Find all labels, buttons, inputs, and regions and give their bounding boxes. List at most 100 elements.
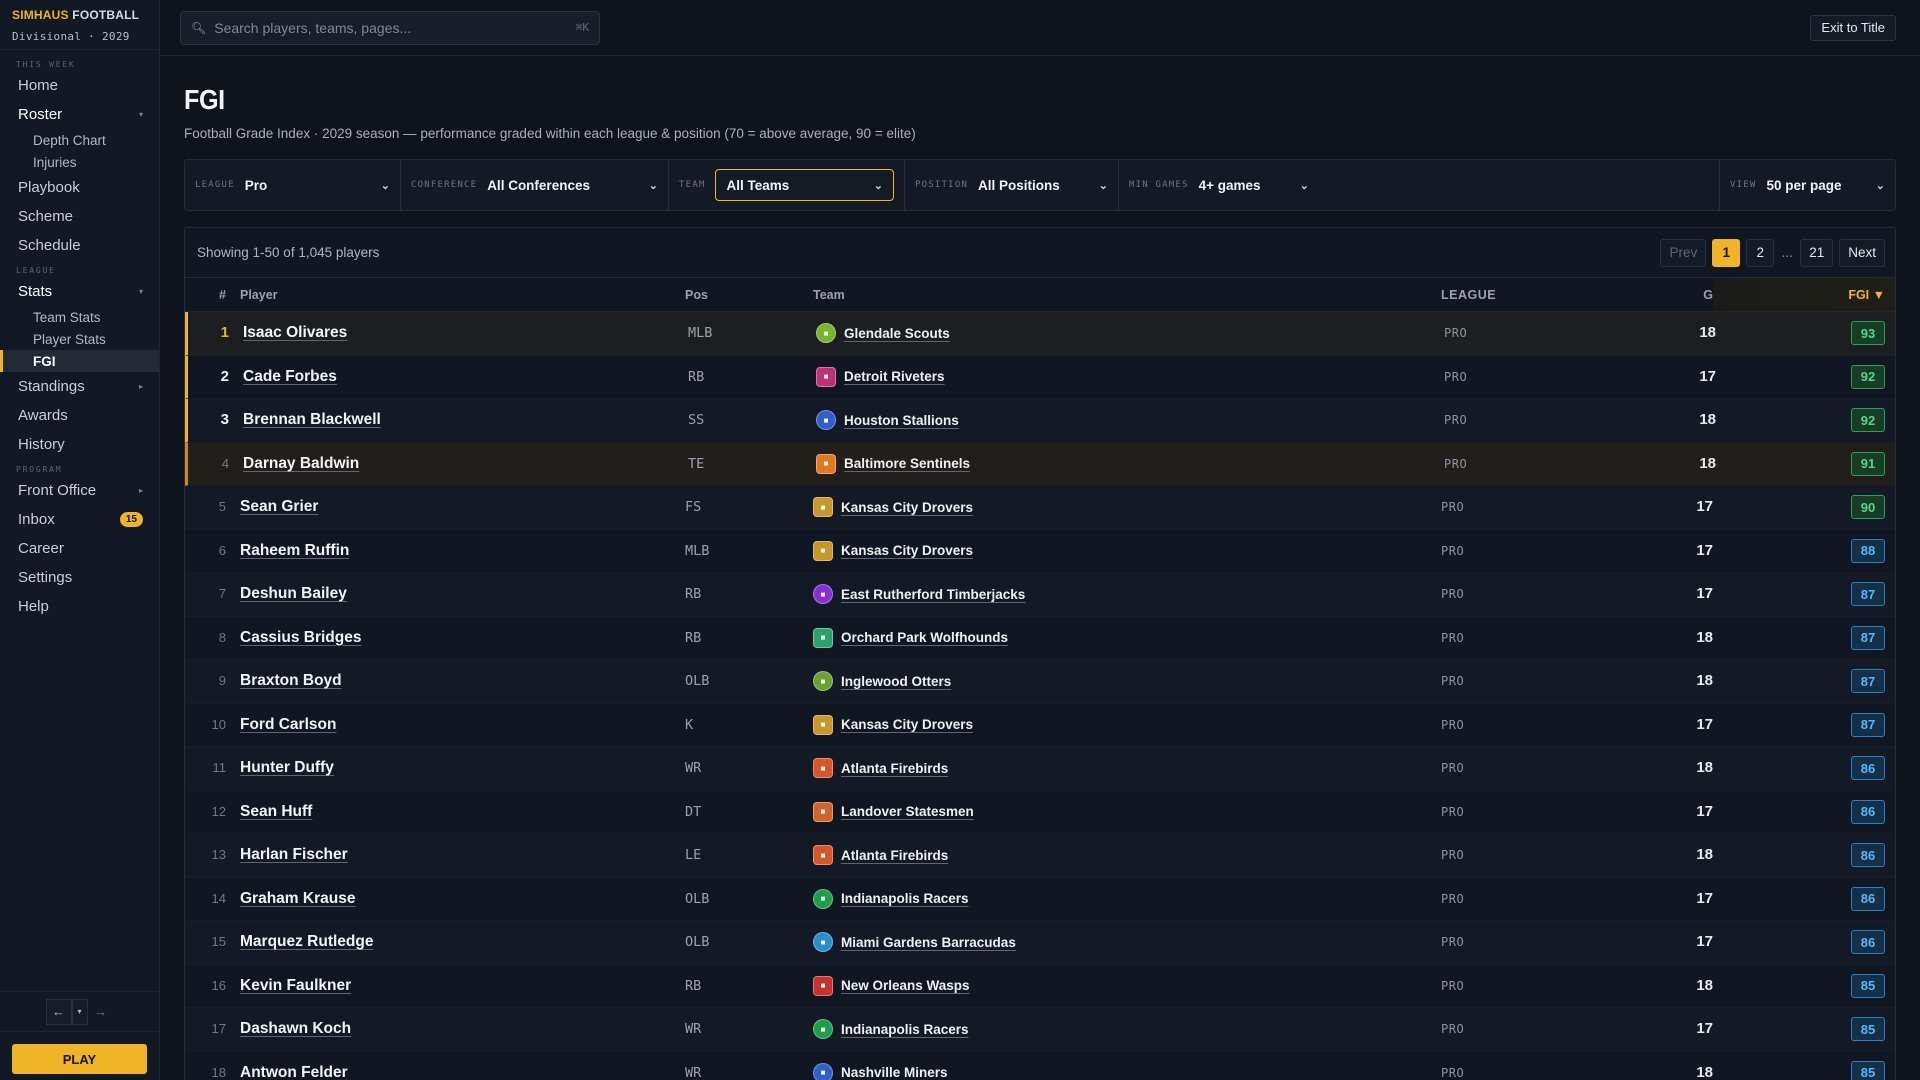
team-link[interactable]: ■ Miami Gardens Barracudas xyxy=(813,932,1441,953)
sidebar-item-schedule[interactable]: Schedule xyxy=(0,231,159,260)
table-row[interactable]: 15 Marquez Rutledge OLB ■ Miami Gardens Barr… xyxy=(185,921,1895,965)
player-name-link[interactable]: Dashawn Koch xyxy=(240,1020,351,1037)
conference-select[interactable]: All Conferences ⌄ xyxy=(487,178,658,193)
player-name-link[interactable]: Antwon Felder xyxy=(240,1064,348,1080)
player-name-link[interactable]: Ford Carlson xyxy=(240,716,336,733)
sidebar-item-depth-chart[interactable]: Depth Chart xyxy=(0,129,159,151)
team-link[interactable]: ■ Kansas City Drovers xyxy=(813,497,1441,518)
back-arrow-icon[interactable]: ← xyxy=(45,998,72,1025)
player-name-link[interactable]: Deshun Bailey xyxy=(240,585,347,602)
team-link[interactable]: ■ Nashville Miners xyxy=(813,1062,1441,1080)
team-link[interactable]: ■ Landover Statesmen xyxy=(813,801,1441,822)
player-name-link[interactable]: Hunter Duffy xyxy=(240,759,334,776)
team-link[interactable]: ■ Orchard Park Wolfhounds xyxy=(813,627,1441,648)
table-row[interactable]: 10 Ford Carlson K ■ Kansas City Drovers PRO 17… xyxy=(185,703,1895,747)
player-name-link[interactable]: Isaac Olivares xyxy=(243,324,347,341)
sidebar-item-home[interactable]: Home xyxy=(0,71,159,100)
table-row[interactable]: 14 Graham Krause OLB ■ Indianapolis Racers PR… xyxy=(185,877,1895,921)
sidebar-item-inbox[interactable]: Inbox 15 xyxy=(0,505,159,534)
team-link[interactable]: ■ Kansas City Drovers xyxy=(813,714,1441,735)
history-dropdown-icon[interactable]: ▾ xyxy=(71,998,88,1025)
sidebar-item-standings[interactable]: Standings ▸ xyxy=(0,372,159,401)
player-name-link[interactable]: Raheem Ruffin xyxy=(240,542,349,559)
sidebar-item-settings[interactable]: Settings xyxy=(0,563,159,592)
page-1-button[interactable]: 1 xyxy=(1712,238,1741,267)
header-pos[interactable]: Pos xyxy=(685,288,813,302)
table-row[interactable]: 7 Deshun Bailey RB ■ East Rutherford Timberj… xyxy=(185,573,1895,617)
search-box[interactable]: 🔍︎ ⌘K xyxy=(180,10,600,45)
position-select[interactable]: All Positions ⌄ xyxy=(978,178,1108,193)
table-row[interactable]: 6 Raheem Ruffin MLB ■ Kansas City Drovers PRO… xyxy=(185,529,1895,573)
player-name-link[interactable]: Graham Krause xyxy=(240,890,355,907)
header-player[interactable]: Player xyxy=(240,288,685,302)
table-row[interactable]: 5 Sean Grier FS ■ Kansas City Drovers PRO 17 90 xyxy=(185,486,1895,530)
sidebar-item-stats[interactable]: Stats ▾ xyxy=(0,277,159,306)
next-page-button[interactable]: Next xyxy=(1839,238,1885,267)
team-link[interactable]: ■ Houston Stallions xyxy=(816,410,1444,431)
prev-page-button[interactable]: Prev xyxy=(1660,238,1707,267)
league-select[interactable]: Pro ⌄ xyxy=(245,178,390,193)
team-link[interactable]: ■ Glendale Scouts xyxy=(816,323,1444,344)
sidebar-item-player-stats[interactable]: Player Stats xyxy=(0,328,159,350)
header-fgi-sorted[interactable]: FGI ▼ xyxy=(1713,278,1895,311)
team-link[interactable]: ■ Kansas City Drovers xyxy=(813,540,1441,561)
team-link[interactable]: ■ Atlanta Firebirds xyxy=(813,845,1441,866)
team-link[interactable]: ■ Inglewood Otters xyxy=(813,671,1441,692)
player-name-link[interactable]: Brennan Blackwell xyxy=(243,411,381,428)
table-row[interactable]: 13 Harlan Fischer LE ■ Atlanta Firebirds PRO 1… xyxy=(185,834,1895,878)
table-row[interactable]: 17 Dashawn Koch WR ■ Indianapolis Racers PRO 1… xyxy=(185,1008,1895,1052)
table-row[interactable]: 1 Isaac Olivares MLB ■ Glendale Scouts PRO 18 9… xyxy=(185,312,1895,356)
table-row[interactable]: 3 Brennan Blackwell SS ■ Houston Stallions PR… xyxy=(185,399,1895,443)
player-name-link[interactable]: Darnay Baldwin xyxy=(243,455,359,472)
player-name-link[interactable]: Sean Grier xyxy=(240,498,318,515)
table-row[interactable]: 12 Sean Huff DT ■ Landover Statesmen PRO 17 86 xyxy=(185,790,1895,834)
player-name-link[interactable]: Cassius Bridges xyxy=(240,629,361,646)
table-row[interactable]: 4 Darnay Baldwin TE ■ Baltimore Sentinels PRO… xyxy=(185,442,1895,486)
sidebar-item-injuries[interactable]: Injuries xyxy=(0,151,159,173)
sidebar-item-front-office[interactable]: Front Office ▸ xyxy=(0,476,159,505)
header-games[interactable]: G xyxy=(1663,288,1713,302)
sidebar-item-career[interactable]: Career xyxy=(0,534,159,563)
team-link[interactable]: ■ Indianapolis Racers xyxy=(813,888,1441,909)
forward-arrow-icon[interactable]: → xyxy=(88,999,114,1025)
table-row[interactable]: 16 Kevin Faulkner RB ■ New Orleans Wasps PRO 1… xyxy=(185,964,1895,1008)
sidebar-item-team-stats[interactable]: Team Stats xyxy=(0,306,159,328)
play-button[interactable]: PLAY xyxy=(12,1044,147,1074)
table-row[interactable]: 18 Antwon Felder WR ■ Nashville Miners PRO 18 8… xyxy=(185,1051,1895,1080)
search-input[interactable] xyxy=(214,19,568,36)
player-name-link[interactable]: Harlan Fischer xyxy=(240,846,348,863)
sidebar-item-fgi[interactable]: FGI xyxy=(0,350,159,372)
sidebar-item-roster[interactable]: Roster ▾ xyxy=(0,100,159,129)
per-page-select[interactable]: 50 per page ⌄ xyxy=(1766,178,1885,193)
player-name-link[interactable]: Braxton Boyd xyxy=(240,672,342,689)
header-rank[interactable]: # xyxy=(185,288,240,302)
brand-logo[interactable]: SIMHAUS FOOTBALL xyxy=(12,8,147,22)
rank-cell: 10 xyxy=(211,716,226,732)
min-games-select[interactable]: 4+ games ⌄ xyxy=(1199,178,1309,193)
player-name-link[interactable]: Kevin Faulkner xyxy=(240,977,351,994)
team-link[interactable]: ■ Detroit Riveters xyxy=(816,366,1444,387)
table-row[interactable]: 11 Hunter Duffy WR ■ Atlanta Firebirds PRO 18 8… xyxy=(185,747,1895,791)
sidebar-item-awards[interactable]: Awards xyxy=(0,401,159,430)
team-link[interactable]: ■ New Orleans Wasps xyxy=(813,975,1441,996)
header-league[interactable]: LEAGUE xyxy=(1441,288,1663,302)
team-link[interactable]: ■ Baltimore Sentinels xyxy=(816,453,1444,474)
player-name-link[interactable]: Cade Forbes xyxy=(243,368,337,385)
page-2-button[interactable]: 2 xyxy=(1746,238,1775,267)
team-link[interactable]: ■ Atlanta Firebirds xyxy=(813,758,1441,779)
last-page-button[interactable]: 21 xyxy=(1800,238,1834,267)
table-row[interactable]: 2 Cade Forbes RB ■ Detroit Riveters PRO 17 92 xyxy=(185,355,1895,399)
player-name-link[interactable]: Marquez Rutledge xyxy=(240,933,373,950)
table-row[interactable]: 9 Braxton Boyd OLB ■ Inglewood Otters PRO 18 87 xyxy=(185,660,1895,704)
team-select[interactable]: All Teams ⌄ xyxy=(715,169,894,201)
sidebar-item-scheme[interactable]: Scheme xyxy=(0,202,159,231)
sidebar-item-history[interactable]: History xyxy=(0,430,159,459)
team-link[interactable]: ■ East Rutherford Timberjacks xyxy=(813,584,1441,605)
sidebar-item-help[interactable]: Help xyxy=(0,592,159,621)
header-team[interactable]: Team xyxy=(813,288,1441,302)
sidebar-item-playbook[interactable]: Playbook xyxy=(0,173,159,202)
exit-to-title-button[interactable]: Exit to Title xyxy=(1810,14,1896,41)
player-name-link[interactable]: Sean Huff xyxy=(240,803,312,820)
team-link[interactable]: ■ Indianapolis Racers xyxy=(813,1019,1441,1040)
table-row[interactable]: 8 Cassius Bridges RB ■ Orchard Park Wolfhoun… xyxy=(185,616,1895,660)
